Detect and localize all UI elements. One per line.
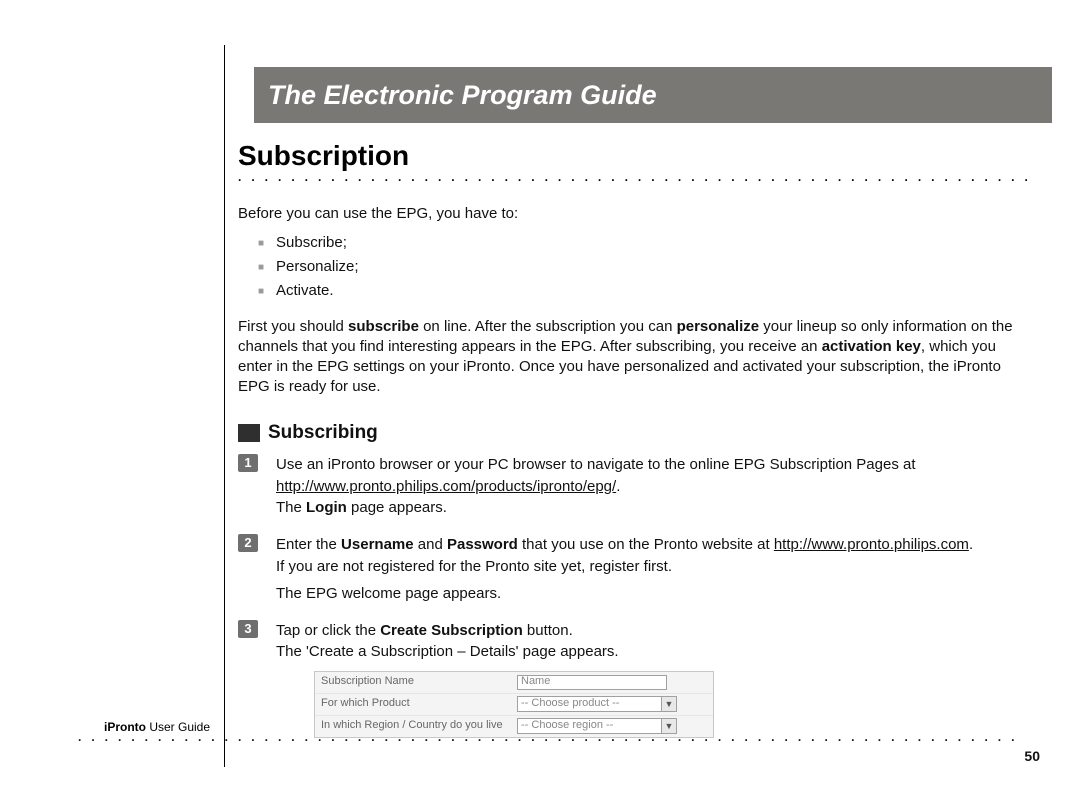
section-title: Subscription	[238, 140, 1038, 172]
form-label: For which Product	[315, 696, 517, 712]
text: Use an iPronto browser or your PC browse…	[276, 456, 916, 473]
step-number-badge: 3	[238, 620, 258, 638]
bold-text: Create Subscription	[380, 622, 523, 639]
subhead-row: Subscribing	[238, 422, 1038, 444]
text: page appears.	[347, 499, 447, 516]
bold-text: Username	[341, 536, 414, 553]
subscription-form-screenshot: Subscription Name Name For which Product…	[314, 671, 714, 738]
text: User Guide	[146, 720, 210, 734]
intro-line: Before you can use the EPG, you have to:	[238, 204, 1038, 223]
text: First you should	[238, 318, 348, 335]
step-item: 3 Tap or click the Create Subscription b…	[238, 620, 1038, 738]
product-select[interactable]: -- Choose product -- ▼	[517, 696, 677, 712]
text: Enter the	[276, 536, 341, 553]
text: button.	[523, 622, 573, 639]
page-number: 50	[1024, 748, 1040, 764]
dotted-rule: · · · · · · · · · · · · · · · · · · · · …	[238, 174, 1028, 186]
select-value: -- Choose region --	[521, 718, 613, 734]
subsection-heading: Subscribing	[268, 422, 378, 444]
text: If you are not registered for the Pronto…	[276, 558, 672, 575]
text: The EPG welcome page appears.	[276, 585, 501, 602]
select-value: -- Choose product --	[521, 696, 619, 712]
bold-text: Password	[447, 536, 518, 553]
chapter-title: The Electronic Program Guide	[268, 80, 657, 111]
text: and	[414, 536, 447, 553]
form-field-cell: -- Choose region -- ▼	[517, 717, 713, 735]
bold-text: activation key	[822, 338, 921, 355]
form-row: For which Product -- Choose product -- ▼	[315, 693, 713, 715]
step-number-badge: 1	[238, 454, 258, 472]
list-item: Personalize;	[258, 255, 1038, 279]
chevron-down-icon: ▼	[661, 697, 676, 711]
text: on line. After the subscription you can	[419, 318, 677, 335]
text: The 'Create a Subscription – Details' pa…	[276, 643, 619, 660]
form-label: Subscription Name	[315, 674, 517, 690]
text: .	[969, 536, 973, 553]
bold-text: subscribe	[348, 318, 419, 335]
text: .	[616, 478, 620, 495]
list-item: Activate.	[258, 279, 1038, 303]
step-item: 2 Enter the Username and Password that y…	[238, 534, 1038, 604]
heading-marker-icon	[238, 424, 260, 442]
body-paragraph: First you should subscribe on line. Afte…	[238, 317, 1018, 396]
input-value: Name	[521, 674, 550, 690]
brand-name: iPronto	[104, 720, 146, 734]
vertical-rule	[224, 45, 225, 767]
region-select[interactable]: -- Choose region -- ▼	[517, 718, 677, 734]
text: Tap or click the	[276, 622, 380, 639]
form-field-cell: -- Choose product -- ▼	[517, 695, 713, 713]
spacer	[276, 577, 1038, 583]
footer-guide-label: iPronto User Guide	[104, 720, 210, 734]
page-content: Subscription · · · · · · · · · · · · · ·…	[238, 140, 1038, 754]
step-number-badge: 2	[238, 534, 258, 552]
step-item: 1 Use an iPronto browser or your PC brow…	[238, 454, 1038, 518]
text: The	[276, 499, 306, 516]
bold-text: Login	[306, 499, 347, 516]
manual-page: The Electronic Program Guide Subscriptio…	[0, 0, 1080, 800]
chevron-down-icon: ▼	[661, 719, 676, 733]
text: that you use on the Pronto website at	[518, 536, 774, 553]
list-item: Subscribe;	[258, 231, 1038, 255]
form-field-cell: Name	[517, 673, 713, 691]
url-link[interactable]: http://www.pronto.philips.com	[774, 536, 969, 553]
step-list: 1 Use an iPronto browser or your PC brow…	[238, 454, 1038, 737]
chapter-banner: The Electronic Program Guide	[254, 67, 1052, 123]
subscription-name-input[interactable]: Name	[517, 675, 667, 690]
dotted-rule: · · · · · · · · · · · · · · · · · · · · …	[78, 734, 1024, 746]
url-link[interactable]: http://www.pronto.philips.com/products/i…	[276, 478, 616, 495]
bold-text: personalize	[677, 318, 760, 335]
form-row: Subscription Name Name	[315, 672, 713, 693]
form-label: In which Region / Country do you live	[315, 718, 517, 734]
intro-bullet-list: Subscribe; Personalize; Activate.	[258, 231, 1038, 303]
